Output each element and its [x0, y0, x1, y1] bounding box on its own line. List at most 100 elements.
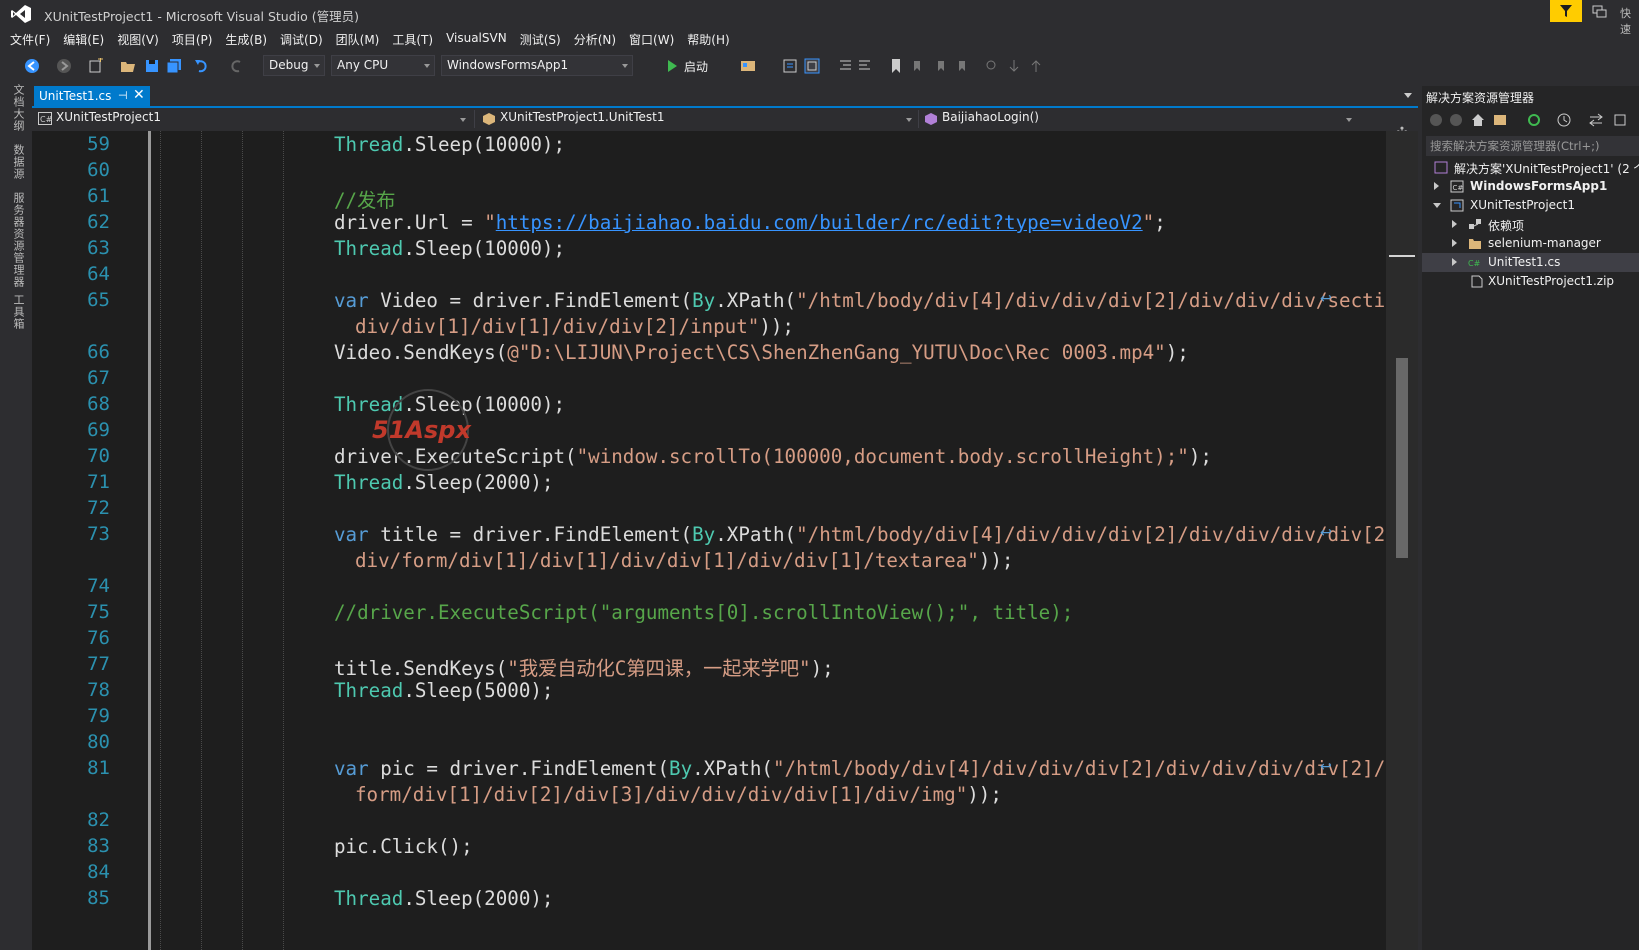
code-editor[interactable]: 59 60 61 62 63 64 65 66 67 68 69 70 71 7…: [32, 131, 1386, 950]
redo-icon[interactable]: [228, 58, 244, 74]
back-icon[interactable]: [1428, 112, 1444, 128]
code-line-63: Thread.Sleep(10000);: [334, 237, 566, 260]
arrow-up-icon[interactable]: [1028, 58, 1044, 74]
find-icon[interactable]: [984, 58, 1000, 74]
csharp-file-icon: C#: [1468, 259, 1481, 268]
tree-item-dependencies[interactable]: 依赖项: [1422, 215, 1639, 234]
tree-item-xunittestproject1[interactable]: XUnitTestProject1: [1422, 196, 1639, 215]
browser-link-icon[interactable]: [740, 58, 756, 74]
outdent-icon[interactable]: [836, 58, 852, 74]
line-number: 75: [87, 601, 110, 623]
title-bar: XUnitTestProject1 - Microsoft Visual Stu…: [0, 0, 1639, 36]
tree-item-unittest1-cs[interactable]: C# UnitTest1.cs: [1422, 253, 1639, 272]
menu-help[interactable]: 帮助(H): [681, 28, 736, 50]
collapse-icon[interactable]: [1433, 203, 1441, 208]
collapse-all-icon[interactable]: [1612, 112, 1628, 128]
tree-item-selenium-manager[interactable]: selenium-manager: [1422, 234, 1639, 253]
next-bookmark-icon[interactable]: [932, 58, 948, 74]
expand-icon[interactable]: [1452, 220, 1457, 228]
sync-with-document-icon[interactable]: [1588, 112, 1604, 128]
show-all-files-icon[interactable]: [804, 58, 820, 74]
menu-debug[interactable]: 调试(D): [274, 28, 330, 50]
code-line-77: title.SendKeys("我爱自动化C第四课，一起来学吧");: [334, 657, 834, 680]
history-icon[interactable]: [1556, 112, 1572, 128]
forward-icon[interactable]: [1448, 112, 1464, 128]
line-number: 73: [87, 523, 110, 545]
menu-view[interactable]: 视图(V): [111, 28, 166, 50]
class-dropdown[interactable]: XUnitTestProject1.UnitTest1: [478, 110, 916, 128]
configuration-select[interactable]: Debug: [263, 55, 325, 76]
method-icon: [925, 113, 937, 125]
line-number: 81: [87, 757, 110, 779]
solution-explorer-search-input[interactable]: 搜索解决方案资源管理器(Ctrl+;): [1426, 136, 1639, 156]
member-dropdown[interactable]: BaijiahaoLogin(): [920, 110, 1356, 128]
bookmark-icon[interactable]: [888, 58, 904, 74]
navigate-back-icon[interactable]: [24, 58, 40, 74]
save-icon[interactable]: [144, 58, 160, 74]
csharp-project-icon: C#: [1450, 180, 1464, 193]
word-wrap-icon: ↩: [1320, 759, 1332, 775]
pin-icon[interactable]: ⊣: [118, 89, 128, 102]
start-debugging-button[interactable]: 启动: [668, 56, 708, 76]
tree-item-windowsformsapp1[interactable]: C# WindowsFormsApp1: [1422, 177, 1639, 196]
document-tab-strip: UnitTest1.cs ⊣ ✕: [32, 86, 1418, 108]
indent-icon[interactable]: [858, 58, 874, 74]
tab-overflow-icon[interactable]: [1404, 93, 1412, 98]
menu-visualsvn[interactable]: VisualSVN: [440, 28, 514, 50]
menu-tools[interactable]: 工具(T): [386, 28, 440, 50]
menu-analyze[interactable]: 分析(N): [568, 28, 623, 50]
project-dropdown[interactable]: C# XUnitTestProject1: [34, 110, 470, 128]
undo-icon[interactable]: [194, 58, 210, 74]
navigation-bar: C# XUnitTestProject1 XUnitTestProject1.U…: [32, 108, 1418, 130]
vertical-scrollbar[interactable]: [1386, 131, 1418, 950]
expand-icon[interactable]: [1452, 258, 1457, 266]
watermark-text: 51Aspx: [372, 416, 472, 444]
open-file-icon[interactable]: [120, 58, 136, 74]
home-icon[interactable]: [1470, 112, 1486, 128]
dock-tab-server-explorer[interactable]: 服务器资源管理器: [10, 192, 26, 288]
line-number: 79: [87, 705, 110, 727]
menu-build[interactable]: 生成(B): [219, 28, 274, 50]
menu-window[interactable]: 窗口(W): [623, 28, 681, 50]
feedback-icon[interactable]: [1592, 5, 1608, 19]
switch-views-icon[interactable]: [1492, 112, 1508, 128]
solution-explorer-panel: 解决方案资源管理器 搜索解决方案资源管理器(Ctrl+;) 解决方案'XUnit…: [1422, 86, 1639, 950]
solution-explorer-title: 解决方案资源管理器: [1426, 91, 1535, 105]
new-project-icon[interactable]: [88, 58, 104, 74]
arrow-down-icon[interactable]: [1006, 58, 1022, 74]
dock-tab-data-sources[interactable]: 数据源: [10, 144, 26, 180]
menu-edit[interactable]: 编辑(E): [57, 28, 111, 50]
clear-bookmarks-icon[interactable]: [954, 58, 970, 74]
code-line-61: //发布: [334, 189, 396, 212]
tab-unittest1-cs[interactable]: UnitTest1.cs ⊣ ✕: [34, 86, 150, 108]
line-number: 83: [87, 835, 110, 857]
previous-bookmark-icon[interactable]: [910, 58, 926, 74]
navigate-forward-icon[interactable]: [56, 58, 72, 74]
watermark-logo: 51Aspx: [372, 389, 472, 471]
menu-team[interactable]: 团队(M): [330, 28, 387, 50]
line-number: 72: [87, 497, 110, 519]
notifications-button[interactable]: [1550, 0, 1582, 22]
code-line-65-continued: div/div[1]/div[1]/div/div[2]/input"));: [355, 315, 794, 338]
tree-item-xunittestproject1-zip[interactable]: XUnitTestProject1.zip: [1422, 272, 1639, 291]
close-icon[interactable]: ✕: [133, 87, 145, 103]
save-all-icon[interactable]: [166, 58, 182, 74]
pending-changes-filter-icon[interactable]: [1526, 112, 1542, 128]
startup-project-select[interactable]: WindowsFormsApp1: [441, 55, 633, 76]
menu-file[interactable]: 文件(F): [4, 28, 57, 50]
menu-project[interactable]: 项目(P): [166, 28, 220, 50]
play-icon: [668, 60, 677, 72]
url-link[interactable]: https://baijiahao.baidu.com/builder/rc/e…: [496, 211, 1143, 234]
platform-select[interactable]: Any CPU: [331, 55, 435, 76]
expand-icon[interactable]: [1434, 182, 1439, 190]
dock-tab-document-outline[interactable]: 文档大纲: [10, 84, 26, 132]
scrollbar-thumb[interactable]: [1396, 358, 1408, 558]
expand-icon[interactable]: [1452, 239, 1457, 247]
tree-item-solution[interactable]: 解决方案'XUnitTestProject1' (2 个: [1422, 158, 1639, 177]
solution-explorer-toggle-icon[interactable]: [782, 58, 798, 74]
dock-tab-toolbox[interactable]: 工具箱: [10, 294, 26, 330]
line-number: 80: [87, 731, 110, 753]
menu-test[interactable]: 测试(S): [514, 28, 568, 50]
svg-text:C#: C#: [40, 115, 52, 124]
line-number: 68: [87, 393, 110, 415]
